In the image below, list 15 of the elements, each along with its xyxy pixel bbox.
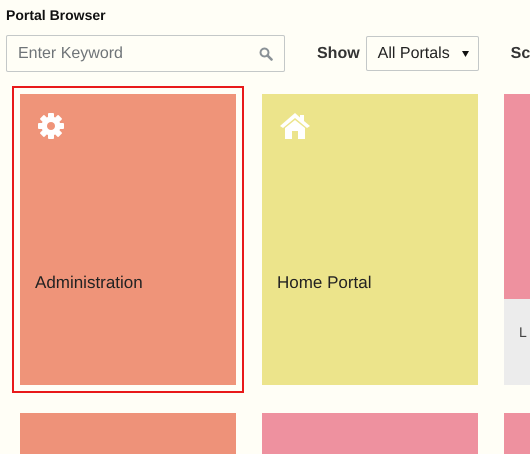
search-icon bbox=[259, 47, 273, 61]
portal-card[interactable]: L bbox=[496, 86, 530, 393]
show-select[interactable]: All Portals bbox=[366, 36, 479, 71]
gear-icon bbox=[37, 112, 65, 140]
home-icon bbox=[279, 112, 311, 140]
sort-label: Sc bbox=[510, 44, 530, 62]
caret-icon bbox=[462, 50, 469, 56]
portal-card[interactable]: Home Portal bbox=[254, 86, 486, 393]
portal-card[interactable]: Administration bbox=[12, 86, 244, 393]
card-footer: L bbox=[504, 299, 530, 385]
portal-name: Home Portal bbox=[277, 273, 372, 293]
page-title: Portal Browser bbox=[5, 6, 107, 25]
portal-name: Administration bbox=[35, 273, 143, 293]
search-field[interactable]: Enter Keyword bbox=[6, 35, 285, 72]
show-label: Show bbox=[317, 44, 360, 62]
